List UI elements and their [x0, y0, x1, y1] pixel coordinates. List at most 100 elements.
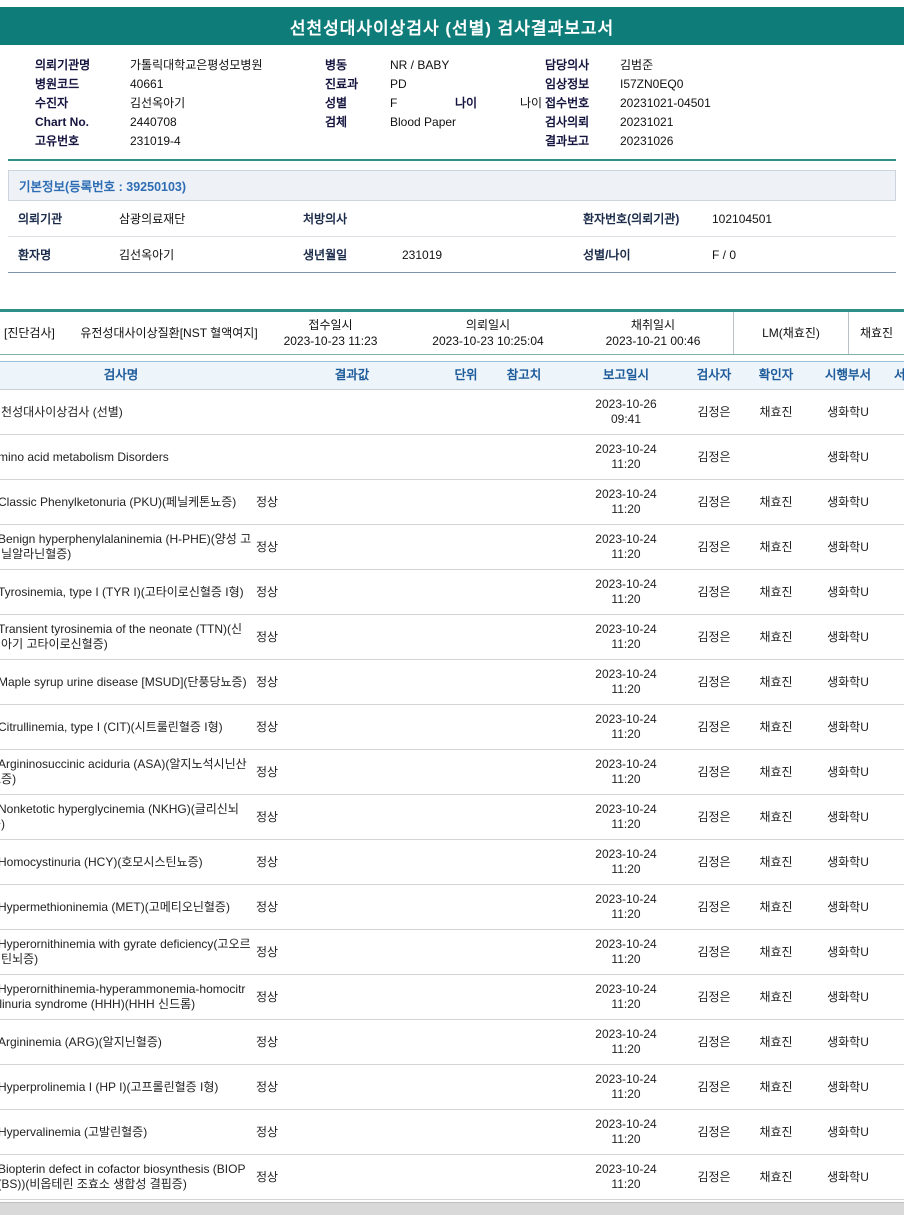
department-name: 생화학U [810, 479, 886, 525]
tester-name: 김정은 [686, 1154, 742, 1200]
field-label: 병원코드 [35, 77, 80, 91]
confirmer-name: 채효진 [742, 569, 810, 615]
department-name: 생화학U [810, 1064, 886, 1110]
report-datetime-text: 2023-10-24 11:20 [595, 1027, 657, 1056]
unit-value [450, 704, 482, 750]
result-value: 정상 [254, 524, 450, 570]
report-datetime-text: 2023-10-24 11:20 [595, 847, 657, 876]
result-value: 정상 [254, 929, 450, 975]
confirmer-name: 채효진 [742, 974, 810, 1020]
table-row: 선천성대사이상검사 (선별) 2023-10-26 09:41 김정은 채효진 … [0, 389, 904, 435]
reference-value [482, 659, 566, 705]
form-cell [886, 389, 904, 435]
test-name: ··Hypervalinemia (고발린혈증) [0, 1109, 254, 1155]
report-datetime: 2023-10-24 11:20 [566, 569, 686, 615]
tester-name: 김정은 [686, 704, 742, 750]
basic-info-section-title: 기본정보(등록번호 : 39250103) [8, 170, 896, 201]
unit-value [450, 929, 482, 975]
unit-value [450, 524, 482, 570]
tester-name: 김정은 [686, 929, 742, 975]
report-datetime: 2023-10-24 11:20 [566, 749, 686, 795]
report-datetime-text: 2023-10-24 11:20 [595, 532, 657, 561]
department-name: 생화학U [810, 839, 886, 885]
table-row: ··Maple syrup urine disease [MSUD](단풍당뇨증… [0, 659, 904, 705]
unit-value [450, 659, 482, 705]
tester-name: 김정은 [686, 614, 742, 660]
field-label: 성별/나이 [573, 236, 708, 273]
test-name: ··Classic Phenylketonuria (PKU)(페닐케톤뇨증) [0, 479, 254, 525]
field-value: 40661 [130, 77, 164, 91]
diagnostic-order-band: [진단검사] 유전성대사이상질환[NST 혈액여지] 접수일시 2023-10-… [0, 309, 904, 355]
table-row: Amino acid metabolism Disorders 2023-10-… [0, 434, 904, 480]
report-datetime: 2023-10-24 11:20 [566, 794, 686, 840]
confirmer-name: 채효진 [742, 1064, 810, 1110]
result-value: 정상 [254, 749, 450, 795]
form-cell [886, 794, 904, 840]
table-row: ··Argininemia (ARG)(알지닌혈증) 정상 2023-10-24… [0, 1019, 904, 1065]
form-cell [886, 569, 904, 615]
field-label: 의뢰기관명 [35, 58, 91, 72]
table-row: ··Transient tyrosinemia of the neonate (… [0, 614, 904, 660]
unit-value [450, 569, 482, 615]
reference-value [482, 389, 566, 435]
report-datetime-text: 2023-10-24 11:20 [595, 1162, 657, 1191]
confirmer-name: 채효진 [742, 479, 810, 525]
unit-value [450, 389, 482, 435]
form-cell [886, 884, 904, 930]
confirmer-name: 채효진 [742, 749, 810, 795]
field-specimen: 검체 Blood Paper [325, 113, 545, 132]
results-header-row: 검사명 결과값 단위 참고치 보고일시 검사자 확인자 시행부서 서식 [0, 361, 904, 390]
result-value: 정상 [254, 1064, 450, 1110]
column-header-test-name: 검사명 [0, 361, 254, 390]
confirmer-name: 채효진 [742, 884, 810, 930]
field-value: 김선옥아기 [115, 236, 293, 273]
field-value: F [390, 96, 398, 110]
horizontal-scrollbar[interactable] [0, 1202, 904, 1215]
confirmer-name: 채효진 [742, 704, 810, 750]
table-row: 의뢰기관 삼광의료재단 처방의사 환자번호(의뢰기관) 102104501 [8, 201, 896, 237]
department-name: 생화학U [810, 794, 886, 840]
department-name: 생화학U [810, 1109, 886, 1155]
report-header: 의뢰기관명 가톨릭대학교은평성모병원 병원코드 40661 수진자 김선옥아기 … [0, 45, 904, 157]
test-name: ··Hyperornithinemia-hyperammonemia-homoc… [0, 974, 254, 1020]
field-value: 김범준 [620, 58, 654, 72]
department-name: 생화학U [810, 434, 886, 480]
field-value: 20231021-04501 [620, 96, 711, 110]
field-label: 처방의사 [293, 201, 398, 237]
report-datetime: 2023-10-24 11:20 [566, 1109, 686, 1155]
table-row: ··Argininosuccinic aciduria (ASA)(알지노석시닌… [0, 749, 904, 795]
confirmer-name: 채효진 [742, 524, 810, 570]
field-requesting-org: 의뢰기관명 가톨릭대학교은평성모병원 [35, 56, 325, 75]
form-cell [886, 659, 904, 705]
tester-name: 김정은 [686, 1109, 742, 1155]
order-section-label: [진단검사] [4, 326, 55, 340]
unit-value [450, 794, 482, 840]
form-cell [886, 1064, 904, 1110]
column-header-department: 시행부서 [810, 361, 886, 390]
reference-value [482, 704, 566, 750]
report-page: 선천성대사이상검사 (선별) 검사결과보고서 의뢰기관명 가톨릭대학교은평성모병… [0, 0, 904, 1215]
reference-value [482, 839, 566, 885]
field-label: 환자번호(의뢰기관) [573, 201, 708, 237]
test-name: ··Biopterin defect in cofactor biosynthe… [0, 1154, 254, 1200]
table-row: ··Hyperornithinemia with gyrate deficien… [0, 929, 904, 975]
report-datetime-text: 2023-10-26 09:41 [595, 397, 657, 426]
report-datetime-text: 2023-10-24 11:20 [595, 937, 657, 966]
order-test-name: 유전성대사이상질환[NST 혈액여지] [80, 326, 258, 340]
field-label: 결과보고 [545, 134, 590, 148]
order-collect-datetime: 채취일시 2023-10-21 00:46 [573, 312, 733, 354]
field-label: 고유번호 [35, 134, 80, 148]
result-value: 정상 [254, 1019, 450, 1065]
field-label: 수진자 [35, 96, 69, 110]
result-value: 정상 [254, 569, 450, 615]
department-name: 생화학U [810, 929, 886, 975]
order-request-datetime: 의뢰일시 2023-10-23 10:25:04 [403, 312, 573, 354]
order-receipt-datetime: 접수일시 2023-10-23 11:23 [258, 312, 403, 354]
results-table: 검사명 결과값 단위 참고치 보고일시 검사자 확인자 시행부서 서식 선천성대… [0, 361, 904, 1200]
field-label: 나이 [455, 96, 478, 110]
report-datetime: 2023-10-24 11:20 [566, 479, 686, 525]
field-value: 231019-4 [130, 134, 181, 148]
table-row: ··Hyperornithinemia-hyperammonemia-homoc… [0, 974, 904, 1020]
unit-value [450, 884, 482, 930]
header-column-left: 의뢰기관명 가톨릭대학교은평성모병원 병원코드 40661 수진자 김선옥아기 … [35, 56, 325, 151]
